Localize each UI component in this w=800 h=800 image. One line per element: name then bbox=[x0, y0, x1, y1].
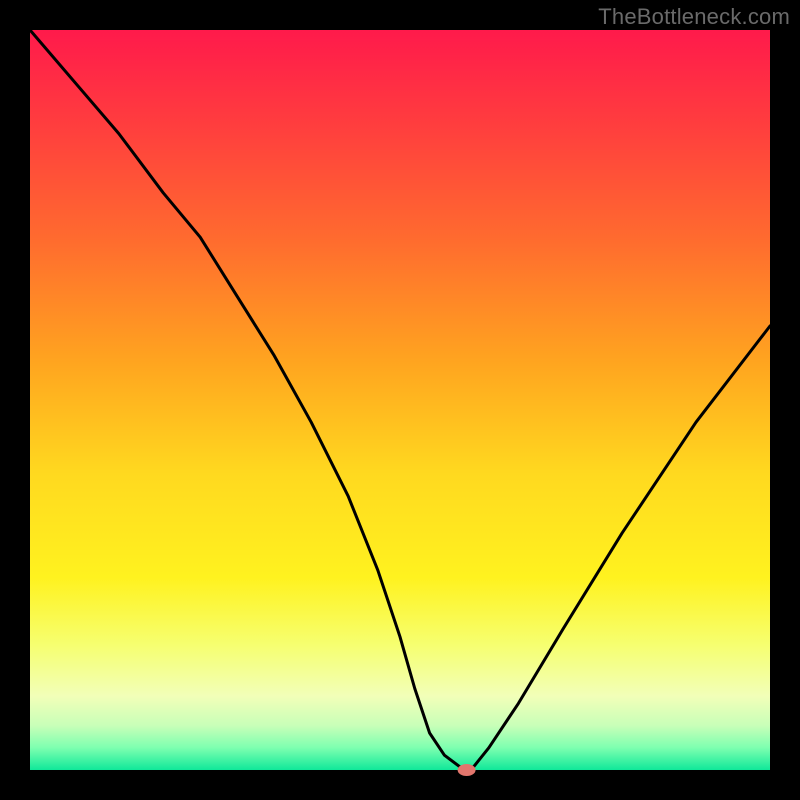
chart-container: TheBottleneck.com bbox=[0, 0, 800, 800]
optimal-point-marker bbox=[458, 764, 476, 776]
bottleneck-chart bbox=[0, 0, 800, 800]
chart-plot-bg bbox=[30, 30, 770, 770]
watermark-text: TheBottleneck.com bbox=[598, 4, 790, 30]
